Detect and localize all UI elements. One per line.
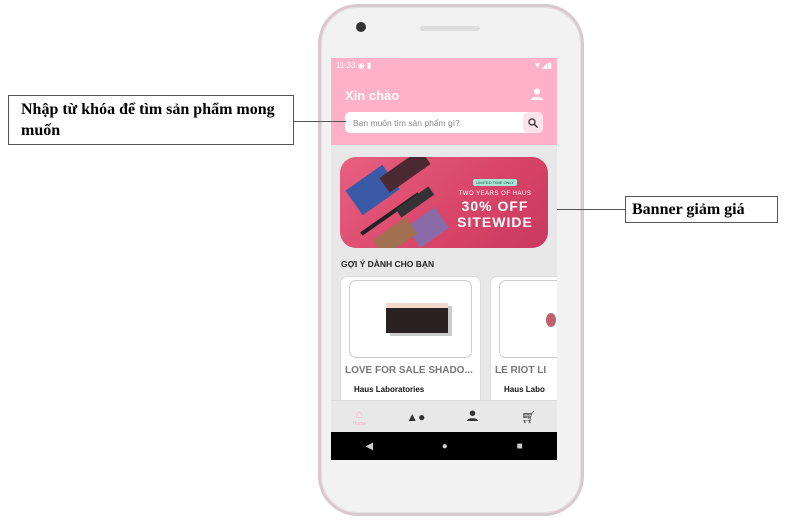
bottom-nav: ⌂ Home ▲● 🛒︎ — [331, 400, 557, 432]
camera — [356, 22, 366, 32]
recents-icon[interactable]: ■ — [517, 441, 523, 452]
product-card[interactable]: LE RIOT LI Haus Labo — [490, 276, 557, 406]
product-image — [499, 280, 557, 358]
nav-home[interactable]: ⌂ Home — [339, 407, 379, 427]
categories-icon: ▲● — [406, 409, 426, 424]
product-image — [349, 280, 472, 358]
home-button-icon[interactable]: ● — [442, 441, 448, 452]
user-icon[interactable] — [531, 88, 543, 103]
banner-headline: 30% OFF — [461, 198, 529, 214]
system-nav-bar: ◀ ● ■ — [331, 432, 557, 460]
status-time: 11:33 — [336, 60, 356, 70]
product-card[interactable]: LOVE FOR SALE SHADO... Haus Laboratories — [340, 276, 481, 406]
cart-icon: 🛒︎ — [521, 409, 537, 424]
search-placeholder: Bạn muốn tìm sản phẩm gì? — [353, 117, 460, 128]
banner-annotation: Banner giảm giá — [625, 196, 778, 223]
search-input[interactable]: Bạn muốn tìm sản phẩm gì? — [345, 112, 543, 133]
back-icon[interactable]: ◀ — [365, 441, 373, 452]
banner-headline: SITEWIDE — [457, 214, 533, 230]
discount-banner[interactable]: LIMITED TIME ONLY TWO YEARS OF HAUS 30% … — [340, 157, 548, 248]
annotation-line — [557, 209, 625, 210]
header: Xin chào Bạn muốn tìm sản phẩm gì? — [331, 72, 557, 145]
banner-tag: LIMITED TIME ONLY — [472, 179, 518, 186]
greeting: Xin chào — [345, 88, 400, 103]
product-brand: Haus Laboratories — [354, 385, 425, 394]
product-name: LOVE FOR SALE SHADO... — [345, 365, 473, 376]
speaker — [420, 26, 480, 31]
banner-text: LIMITED TIME ONLY TWO YEARS OF HAUS 30% … — [450, 171, 540, 229]
wifi-battery-icon: ▼◢▮ — [533, 60, 552, 70]
user-icon — [466, 409, 478, 421]
section-title: GỢI Ý DÀNH CHO BẠN — [341, 259, 435, 269]
notification-icon: ◉ ▮ — [357, 60, 372, 70]
app-screen: 11:33 ◉ ▮ ▼◢▮ Xin chào Bạn muốn tìm sản … — [331, 58, 557, 460]
search-annotation: Nhập từ khóa để tìm sản phẩm mong muốn — [8, 95, 294, 145]
nav-home-label: Home — [352, 420, 366, 427]
annotation-line — [294, 121, 346, 122]
search-icon — [528, 117, 538, 128]
status-bar: 11:33 ◉ ▮ ▼◢▮ — [331, 58, 557, 72]
banner-product — [379, 157, 431, 193]
nav-profile[interactable] — [452, 409, 492, 424]
home-icon: ⌂ — [355, 406, 363, 421]
product-brand: Haus Labo — [504, 385, 545, 394]
search-button[interactable] — [523, 112, 543, 133]
nav-cart[interactable]: 🛒︎ — [509, 410, 549, 424]
nav-categories[interactable]: ▲● — [396, 410, 436, 424]
product-name: LE RIOT LI — [495, 365, 547, 376]
banner-subtitle: TWO YEARS OF HAUS — [458, 191, 532, 197]
